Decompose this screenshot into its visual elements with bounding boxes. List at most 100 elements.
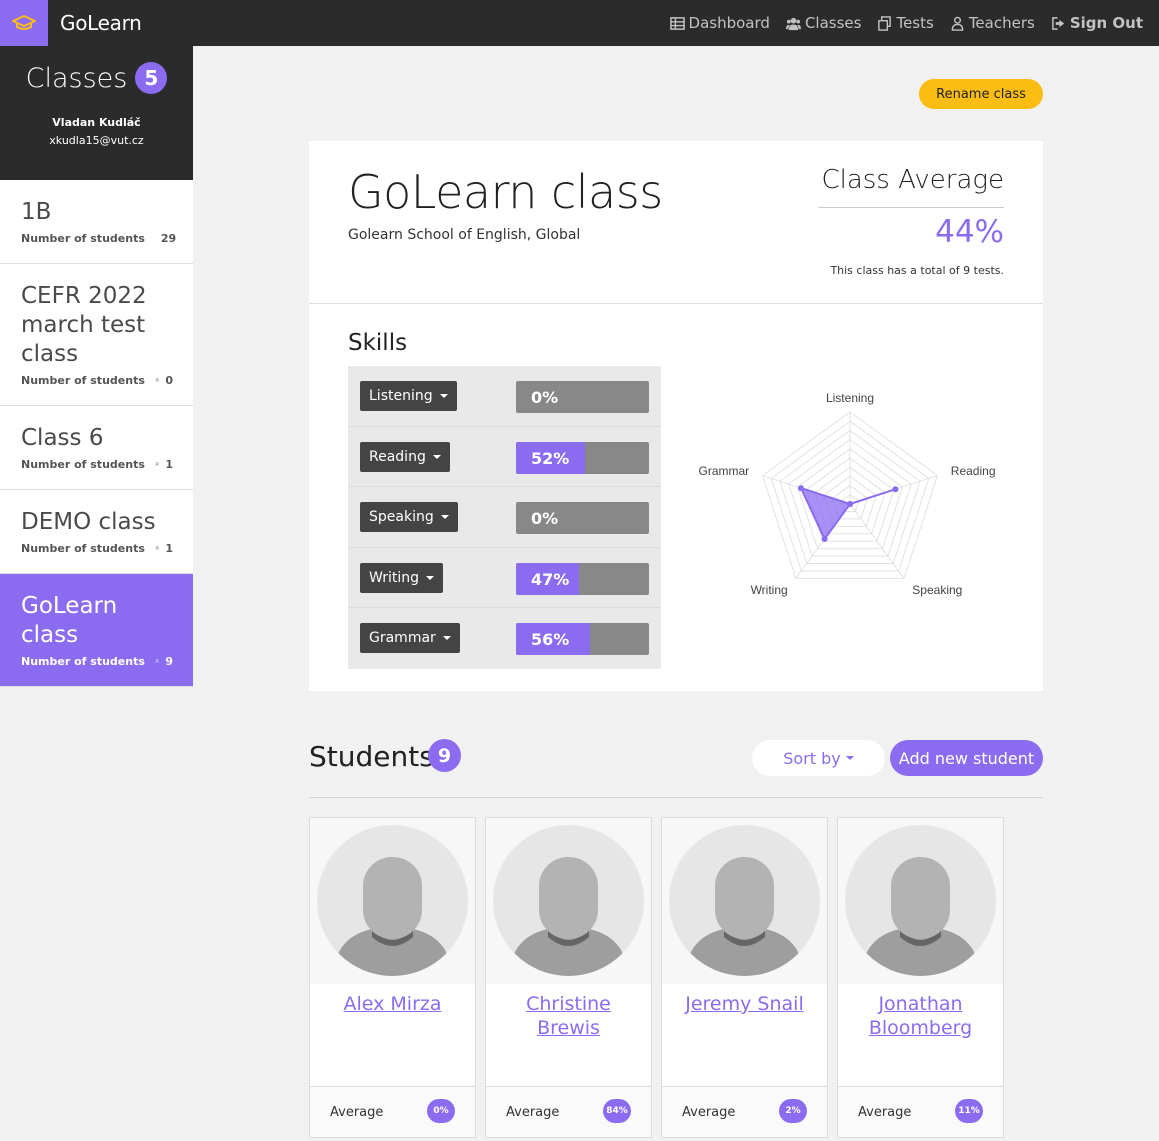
user-icon <box>155 462 160 467</box>
student-avatar <box>486 818 651 984</box>
skill-progress-bar: 52% <box>516 441 649 474</box>
class-item-cefr-2022[interactable]: CEFR 2022 march test class Number of stu… <box>0 264 193 406</box>
student-average: Average 0% <box>310 1086 475 1137</box>
student-name-link[interactable]: Christine Brewis <box>492 992 645 1040</box>
user-icon <box>155 659 160 664</box>
sidebar-title: Classes 5 <box>0 62 193 94</box>
class-item-golearn[interactable]: GoLearn class Number of students 9 <box>0 574 193 687</box>
class-school: Golearn School of English, Global <box>348 227 581 243</box>
sidebar-title-label: Classes <box>25 62 128 94</box>
divider <box>309 797 1043 798</box>
caret-down-icon <box>426 575 434 580</box>
avatar-placeholder-icon <box>317 825 468 976</box>
radar-axis-label: Speaking <box>912 583 962 597</box>
divider <box>818 207 1004 208</box>
student-name-link[interactable]: Jonathan Bloomberg <box>844 992 997 1040</box>
rename-class-button[interactable]: Rename class <box>919 79 1043 109</box>
radar-axis-label: Reading <box>951 464 996 478</box>
nav-teachers[interactable]: Teachers <box>950 14 1035 32</box>
class-meta: Number of students 1 <box>21 541 173 555</box>
student-name-link[interactable]: Alex Mirza <box>316 992 469 1016</box>
skill-dropdown-grammar[interactable]: Grammar <box>360 623 460 653</box>
skill-row-listening: Listening 0% <box>348 366 661 427</box>
nav-classes[interactable]: Classes <box>785 14 862 32</box>
radar-point <box>847 501 853 507</box>
class-average-title: Class Average <box>821 165 1004 195</box>
skill-row-speaking: Speaking 0% <box>348 487 661 548</box>
class-meta: Number of students 29 <box>21 231 177 245</box>
class-name: Class 6 <box>21 425 104 451</box>
skill-progress-bar: 47% <box>516 562 649 595</box>
table-icon <box>669 16 685 30</box>
skill-label: Reading <box>369 448 426 465</box>
radar-point <box>892 486 899 493</box>
user-icon <box>155 546 160 551</box>
nav-teachers-label: Teachers <box>968 14 1035 32</box>
skills-title: Skills <box>348 330 408 356</box>
average-label: Average <box>330 1105 384 1120</box>
class-name: GoLearn class <box>21 593 118 648</box>
students-count: 1 <box>165 457 173 471</box>
student-avatar <box>838 818 1003 984</box>
nav-sign-out-label: Sign Out <box>1069 14 1143 32</box>
skill-dropdown-reading[interactable]: Reading <box>360 441 450 472</box>
classes-count-badge: 5 <box>135 62 168 94</box>
skill-label: Listening <box>369 388 433 404</box>
skills-table: Listening 0% Reading 52% Speaking 0% Wri… <box>348 366 661 669</box>
skill-row-grammar: Grammar 56% <box>348 608 661 669</box>
caret-down-icon <box>440 515 449 519</box>
nav-tests-label: Tests <box>896 14 934 32</box>
average-badge: 11% <box>955 1099 983 1123</box>
caret-down-icon <box>439 394 448 398</box>
sort-by-label: Sort by <box>783 748 841 768</box>
students-label: Number of students <box>21 541 145 555</box>
average-label: Average <box>506 1105 560 1120</box>
students-count-badge: 9 <box>428 739 461 772</box>
students-label: Number of students <box>21 373 145 387</box>
sidebar-header: Classes 5 Vladan Kudláč xkudla15@vut.cz <box>0 46 193 180</box>
skill-progress-bar: 0% <box>516 381 649 413</box>
skill-dropdown-listening[interactable]: Listening <box>360 381 457 411</box>
nav-dashboard-label: Dashboard <box>688 14 770 32</box>
student-card: Jeremy Snail Average 2% <box>661 817 828 1138</box>
skill-row-reading: Reading 52% <box>348 427 661 487</box>
class-card: GoLearn class Golearn School of English,… <box>309 141 1043 691</box>
student-card: Jonathan Bloomberg Average 11% <box>837 817 1004 1138</box>
caret-down-icon <box>845 756 854 760</box>
skill-row-writing: Writing 47% <box>348 548 661 608</box>
user-icon <box>155 378 160 383</box>
students-label: Number of students <box>21 457 145 471</box>
skill-dropdown-writing[interactable]: Writing <box>360 562 443 593</box>
skill-progress-bar: 0% <box>516 502 649 534</box>
student-card: Christine Brewis Average 84% <box>485 817 652 1138</box>
average-badge: 2% <box>779 1099 807 1123</box>
class-name: 1B <box>21 199 52 225</box>
brand-name[interactable]: GoLearn <box>60 11 142 35</box>
students-label: Number of students <box>21 654 145 668</box>
radar-point <box>821 535 828 542</box>
skill-dropdown-speaking[interactable]: Speaking <box>360 502 458 532</box>
graduation-cap-icon[interactable] <box>0 0 48 46</box>
skill-percentage: 56% <box>531 630 570 649</box>
user-name: Vladan Kudláč <box>52 116 141 129</box>
student-average: Average 2% <box>662 1086 827 1137</box>
students-count: 1 <box>165 541 173 555</box>
nav-dashboard[interactable]: Dashboard <box>669 14 770 32</box>
nav-classes-label: Classes <box>804 14 862 32</box>
copy-icon <box>878 15 892 31</box>
sort-by-button[interactable]: Sort by <box>752 740 885 776</box>
add-new-student-button[interactable]: Add new student <box>890 740 1043 776</box>
class-item-class-6[interactable]: Class 6 Number of students 1 <box>0 406 193 490</box>
avatar-placeholder-icon <box>669 825 820 976</box>
skill-percentage: 47% <box>531 569 570 589</box>
skill-label: Speaking <box>369 509 434 525</box>
students-count: 29 <box>160 231 177 245</box>
top-navbar: GoLearn Dashboard Classes Tests Teachers… <box>0 0 1159 46</box>
average-label: Average <box>858 1105 912 1120</box>
nav-sign-out[interactable]: Sign Out <box>1051 14 1143 32</box>
class-item-1b[interactable]: 1B Number of students 29 <box>0 180 193 264</box>
student-name-link[interactable]: Jeremy Snail <box>668 992 821 1016</box>
users-icon <box>785 17 801 30</box>
nav-tests[interactable]: Tests <box>877 14 934 32</box>
class-item-demo[interactable]: DEMO class Number of students 1 <box>0 490 193 574</box>
